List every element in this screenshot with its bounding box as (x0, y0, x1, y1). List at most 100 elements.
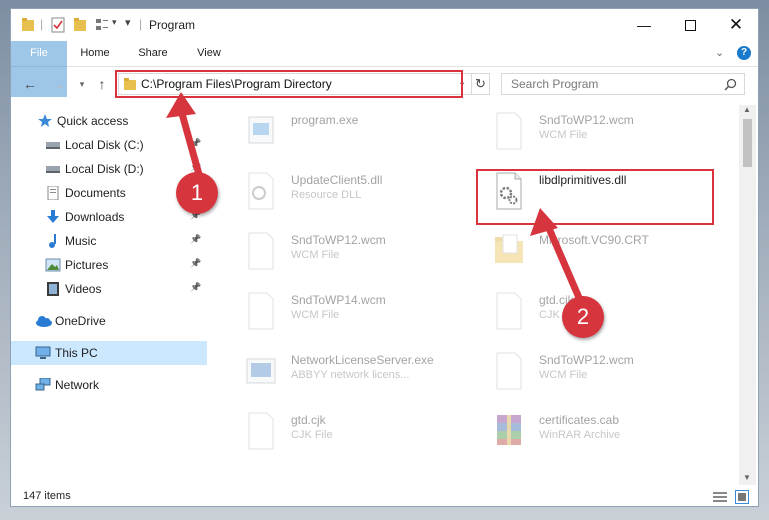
layout-icon[interactable] (95, 17, 109, 33)
explorer-window: | ▾ ▾ | Program — ✕ File Home Share View… (10, 8, 759, 507)
details-view-icon[interactable] (713, 491, 727, 503)
sidebar-item-label: Pictures (65, 258, 109, 272)
sidebar-item-network[interactable]: Network (11, 373, 207, 397)
address-highlight-box (115, 70, 463, 98)
file-icon (493, 411, 525, 451)
disk-icon (45, 162, 61, 176)
music-icon (45, 234, 61, 248)
sidebar-item-local-disk-c[interactable]: Local Disk (C:) 📌 (11, 133, 207, 157)
back-button[interactable]: ← (21, 75, 39, 93)
star-icon (37, 114, 53, 128)
properties-icon[interactable] (51, 17, 65, 33)
pin-icon[interactable]: 📌 (190, 138, 201, 149)
videos-icon (45, 282, 61, 296)
pc-icon (35, 346, 51, 360)
file-item-updateclient5-dll[interactable]: UpdateClient5.dll Resource DLL (235, 167, 475, 223)
pin-icon[interactable]: 📌 (190, 234, 201, 245)
file-item-sndtowp12-wcm[interactable]: SndToWP12.wcm WCM File (483, 107, 723, 163)
new-folder-icon[interactable] (73, 17, 87, 33)
customize-qa-icon[interactable]: ▾ (125, 16, 131, 29)
navigation-bar: ← → ▾ ↑ C:\Program Files\Program Directo… (11, 67, 758, 101)
close-button[interactable]: ✕ (713, 9, 758, 41)
file-highlight-box (476, 169, 714, 225)
minimize-button[interactable]: — (621, 9, 667, 41)
scroll-down-icon[interactable]: ▼ (743, 473, 751, 482)
sidebar-item-label: Local Disk (D:) (65, 162, 144, 176)
tab-view[interactable]: View (189, 41, 229, 66)
sidebar-item-label: Documents (65, 186, 126, 200)
sidebar-item-label: Quick access (57, 114, 129, 128)
tab-home[interactable]: Home (73, 41, 117, 66)
file-name: SndToWP12.wcm (539, 113, 634, 127)
file-type: WinRAR Archive (539, 429, 621, 441)
forward-button[interactable]: → (49, 75, 67, 93)
sidebar-item-pictures[interactable]: Pictures 📌 (11, 253, 207, 277)
file-list: program.exe SndToWP12.wcm WCM File UpdateCl… (221, 105, 736, 485)
maximize-button[interactable] (667, 9, 713, 41)
qa-separator: | (139, 17, 143, 31)
file-name: program.exe (291, 113, 359, 127)
large-icons-view-icon[interactable] (735, 490, 749, 504)
refresh-icon[interactable]: ↻ (475, 76, 486, 92)
file-item-program-exe[interactable]: program.exe (235, 107, 475, 163)
tab-share[interactable]: Share (131, 41, 175, 66)
step-1-badge: 1 (176, 172, 218, 214)
sidebar-item-onedrive[interactable]: OneDrive (11, 309, 207, 333)
file-item-certificates-cab[interactable]: certificates.cab WinRAR Archive (483, 407, 723, 463)
chevron-down-icon: ▾ (79, 78, 85, 89)
file-type: WCM File (539, 369, 588, 381)
arrow-right-icon: → (51, 76, 65, 92)
file-icon (245, 231, 277, 271)
file-type: CJK File (291, 429, 333, 441)
sidebar-item-label: Videos (65, 282, 102, 296)
file-type: ABBYY network licens... (291, 369, 410, 381)
ribbon-tabs: File Home Share View ⌄ ? (11, 41, 758, 97)
file-item-sndtowp14-wcm[interactable]: SndToWP14.wcm WCM File (235, 287, 475, 343)
help-icon[interactable]: ? (737, 46, 751, 60)
scrollbar-thumb[interactable] (743, 119, 752, 167)
chevron-down-icon[interactable]: ▾ (112, 17, 117, 28)
up-button[interactable]: ↑ (93, 75, 111, 93)
file-item-gtd-cjk[interactable]: gtd.cjk CJK File (235, 407, 475, 463)
close-icon: ✕ (728, 15, 744, 34)
navigation-pane: Quick access Local Disk (C:) 📌 Local Disk (… (11, 105, 207, 485)
file-item-microsoft-vc90-crt[interactable]: Microsoft.VC90.CRT (483, 227, 723, 283)
file-icon (493, 291, 525, 331)
sidebar-item-downloads[interactable]: Downloads 📌 (11, 205, 207, 229)
sidebar-item-music[interactable]: Music 📌 (11, 229, 207, 253)
recent-locations-button[interactable]: ▾ (73, 75, 91, 93)
file-icon (245, 291, 277, 331)
sidebar-item-label: This PC (55, 346, 98, 360)
item-count: 147 items (23, 490, 71, 502)
file-item-sndtowp12-wcm[interactable]: SndToWP12.wcm WCM File (235, 227, 475, 283)
sidebar-item-this-pc[interactable]: This PC (11, 341, 207, 365)
pin-icon[interactable]: 📌 (190, 258, 201, 269)
pictures-icon (45, 258, 61, 272)
file-name: SndToWP12.wcm (291, 233, 386, 247)
sidebar-item-local-disk-d[interactable]: Local Disk (D:) 📌 (11, 157, 207, 181)
sidebar-item-label: Local Disk (C:) (65, 138, 144, 152)
minimize-icon: — (637, 17, 651, 33)
search-box[interactable]: Search Program (501, 73, 745, 95)
expand-ribbon-icon[interactable]: ⌄ (715, 46, 724, 59)
search-input[interactable]: Search Program (511, 77, 598, 91)
file-type: WCM File (291, 249, 340, 261)
file-icon (245, 351, 277, 391)
file-item-networklicenseserver-exe[interactable]: NetworkLicenseServer.exe ABBYY network li… (235, 347, 475, 403)
file-name: Microsoft.VC90.CRT (539, 233, 649, 247)
file-type: Resource DLL (291, 189, 362, 201)
file-type: WCM File (539, 129, 588, 141)
pin-icon[interactable]: 📌 (190, 282, 201, 293)
file-icon (245, 111, 277, 151)
sidebar-item-label: Network (55, 378, 100, 392)
scroll-up-icon[interactable]: ▲ (743, 105, 751, 114)
file-name: gtd.cjk (291, 413, 326, 427)
title-bar: | ▾ ▾ | Program — ✕ (11, 9, 758, 41)
file-item-sndtowp12-wcm[interactable]: SndToWP12.wcm WCM File (483, 347, 723, 403)
file-icon (245, 411, 277, 451)
file-name: UpdateClient5.dll (291, 173, 383, 187)
sidebar-item-quick-access[interactable]: Quick access (11, 109, 207, 133)
sidebar-item-label: Downloads (65, 210, 125, 224)
search-icon (724, 78, 737, 91)
sidebar-item-videos[interactable]: Videos 📌 (11, 277, 207, 301)
